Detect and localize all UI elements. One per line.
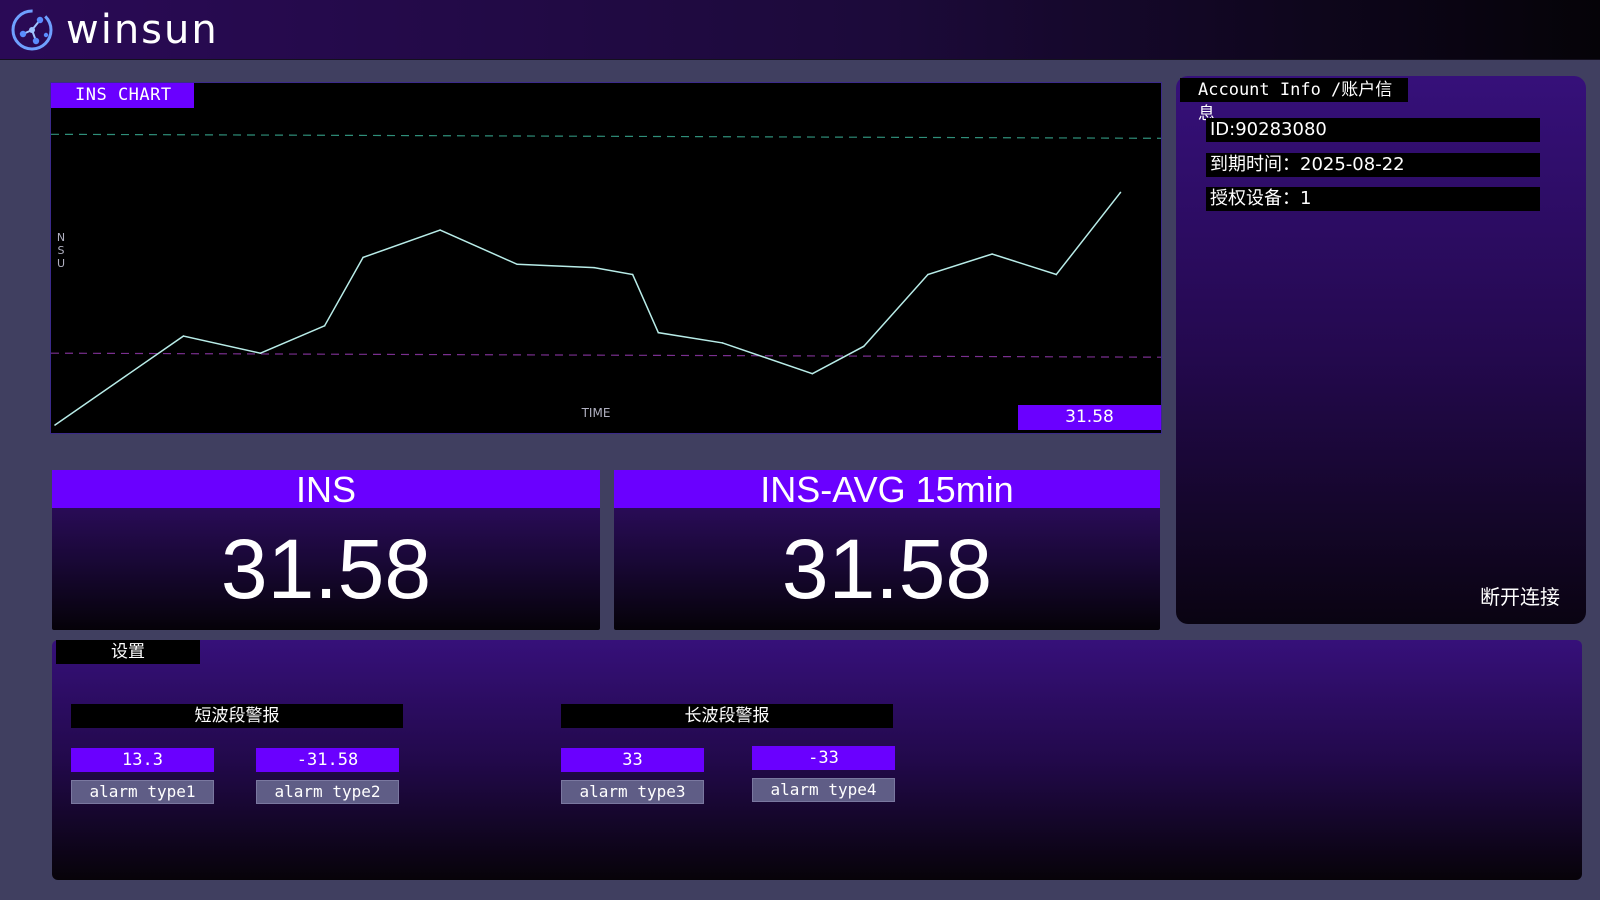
data-point-8 — [593, 266, 595, 269]
account-id: ID:90283080 — [1206, 118, 1540, 142]
ins-card: INS 31.58 — [52, 470, 600, 630]
series-line-1 — [54, 191, 1122, 426]
account-info-panel: Account Info /账户信息 ID:90283080 到期时间：2025… — [1176, 76, 1586, 624]
data-point-1 — [54, 424, 56, 426]
data-point-9 — [631, 273, 634, 276]
reference-line-1 — [51, 133, 1161, 139]
data-point-15 — [991, 253, 993, 255]
account-devices: 授权设备：1 — [1206, 187, 1540, 211]
long-wave-alarm-title: 长波段警报 — [561, 704, 893, 728]
y-axis-label: NSU — [57, 231, 65, 270]
data-point-17 — [1119, 191, 1122, 194]
data-point-13 — [862, 345, 865, 348]
alarm-type2-input[interactable] — [256, 748, 399, 772]
alarm-type3-button[interactable]: alarm type3 — [561, 780, 704, 804]
data-point-12 — [811, 372, 814, 375]
ins-line-chart: N S U TIME — [51, 133, 1161, 426]
reference-line-2 — [51, 352, 1161, 358]
settings-title: 设置 — [56, 640, 200, 664]
data-point-3 — [259, 352, 262, 354]
data-point-7 — [516, 263, 518, 266]
data-point-10 — [657, 331, 660, 334]
ins-avg-card-value: 31.58 — [781, 522, 993, 616]
ins-avg-card: INS-AVG 15min 31.58 — [614, 470, 1160, 630]
alarm-type1-input[interactable] — [71, 748, 214, 772]
chart-title: INS CHART — [51, 83, 194, 108]
brand-name: winsun — [66, 7, 219, 53]
alarm-type1-button[interactable]: alarm type1 — [71, 780, 214, 804]
chart-current-value: 31.58 — [1018, 405, 1161, 430]
data-point-4 — [323, 325, 326, 327]
data-point-14 — [927, 273, 929, 276]
ins-avg-card-title: INS-AVG 15min — [614, 470, 1160, 510]
alarm-type3-input[interactable] — [561, 748, 704, 772]
data-point-6 — [439, 229, 441, 231]
x-axis-label: TIME — [581, 406, 611, 420]
data-point-5 — [362, 256, 364, 259]
data-point-16 — [1055, 273, 1058, 276]
alarm-type4-button[interactable]: alarm type4 — [752, 778, 895, 802]
account-info-title: Account Info /账户信息 — [1180, 78, 1408, 124]
network-clock-icon — [11, 9, 53, 51]
short-wave-alarm-title: 短波段警报 — [71, 704, 403, 728]
settings-panel: 设置 短波段警报 alarm type1 alarm type2 长波段警报 a… — [52, 640, 1582, 880]
app-header: winsun — [0, 0, 1600, 60]
data-point-2 — [182, 335, 185, 337]
alarm-type4-input[interactable] — [752, 746, 895, 770]
ins-card-title: INS — [52, 470, 600, 510]
ins-card-value: 31.58 — [220, 522, 432, 616]
alarm-type2-button[interactable]: alarm type2 — [256, 780, 399, 804]
data-point-11 — [721, 342, 724, 344]
account-expiry: 到期时间：2025-08-22 — [1206, 153, 1540, 177]
disconnect-button[interactable]: 断开连接 — [1480, 581, 1560, 610]
ins-chart-panel: N S U TIME INS CHART 31.58 — [50, 82, 1162, 434]
